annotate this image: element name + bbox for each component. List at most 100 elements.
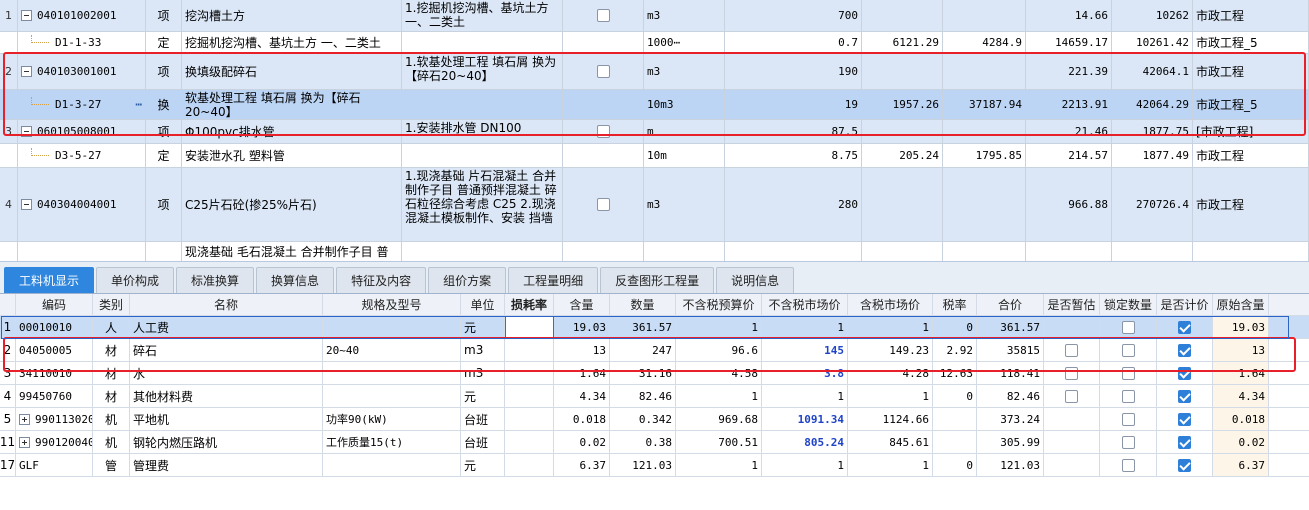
resource-checkbox-priced[interactable] [1178,412,1191,426]
resource-budget: 969.68 [718,412,758,426]
resource-row[interactable]: 5 990113020 机 平地机 功率90(kW) 台班 0.018 0.342 969.68… [0,408,1309,431]
boq-cell-c12: 1877.75 [1112,120,1193,143]
column-header-orig[interactable]: 原始含量 [1213,294,1269,315]
expand-toggle-icon[interactable] [19,413,30,425]
boq-row[interactable]: 1 040101002001 项 挖沟槽土方 1.挖掘机挖沟槽、基坑土方一、二类土 m3 7… [0,0,1309,32]
resource-market: 1 [837,320,844,334]
resource-checkbox-lock[interactable] [1121,412,1135,426]
boq-checkbox[interactable] [596,125,610,138]
column-header-total[interactable]: 合价 [977,294,1044,315]
resource-qty: 31.16 [638,366,672,380]
boq-code: 040101002001 [37,9,117,22]
collapse-toggle-icon[interactable] [21,66,32,77]
boq-row[interactable]: 现浇基础 毛石混凝土 合并制作子目 普 [0,242,1309,261]
resource-checkbox-lock[interactable] [1121,343,1135,357]
boq-checkbox[interactable] [596,65,610,78]
boq-checkbox[interactable] [596,198,610,211]
boq-row[interactable]: 3 060105008001 项 Φ100pvc排水管 1.安装排水管 DN100 m 87… [0,120,1309,144]
boq-cell-num [0,242,18,261]
more-options-icon[interactable]: ⋯ [135,98,142,111]
resource-checkbox-lock[interactable] [1121,389,1135,403]
column-header-spec[interactable]: 规格及型号 [323,294,461,315]
resource-name: 钢轮内燃压路机 [133,435,218,450]
boq-cell-c11: 214.57 [1026,144,1112,167]
resource-code: GLF [19,458,39,472]
resource-checkbox-est[interactable] [1065,389,1078,403]
tab-3[interactable]: 换算信息 [256,267,335,293]
resource-cell-tax [933,408,977,430]
tab-1[interactable]: 单价构成 [96,267,175,293]
resource-cell-code: GLF [16,454,93,476]
boq-row[interactable]: 4 040304004001 项 C25片石砼(掺25%片石) 1.现浇基础 片石混凝土… [0,168,1309,242]
column-header-num[interactable] [0,294,16,315]
resource-row[interactable]: 17 GLF 管 管理费 元 6.37 121.03 1 1 1 0 121.03 6.37 [0,454,1309,477]
column-header-lock[interactable]: 锁定数量 [1100,294,1157,315]
resource-row[interactable]: 3 34110010 材 水 m3 1.64 31.16 4.58 3.8 4.28 12.63 11… [0,362,1309,385]
resource-total: 121.03 [1000,458,1040,472]
resource-content: 19.03 [572,320,606,334]
resource-checkbox-lock[interactable] [1121,458,1135,472]
resource-checkbox-est[interactable] [1065,366,1078,380]
column-header-tax_market[interactable]: 含税市场价 [848,294,933,315]
resource-cat: 材 [104,366,117,381]
tab-5[interactable]: 组价方案 [428,267,507,293]
boq-unit: m3 [647,65,661,78]
tab-7[interactable]: 反查图形工程量 [600,267,715,293]
resource-checkbox-priced[interactable] [1178,366,1191,380]
column-header-budget[interactable]: 不含税预算价 [676,294,762,315]
boq-cell-feature: 1.软基处理工程 填石屑 换为【碎石20~40】 [402,54,563,89]
resource-name: 碎石 [133,343,158,358]
resource-checkbox-priced[interactable] [1178,320,1191,334]
resource-checkbox-est[interactable] [1065,343,1078,357]
resource-checkbox-priced[interactable] [1178,435,1191,449]
resource-cell-unit: 元 [461,454,505,476]
column-header-cat[interactable]: 类别 [93,294,130,315]
column-header-unit[interactable]: 单位 [461,294,505,315]
boq-cat: 项 [157,9,170,23]
tab-8[interactable]: 说明信息 [716,267,795,293]
resource-cell-cat: 材 [93,339,130,361]
resource-cell-orig: 1.64 [1213,362,1269,384]
resource-checkbox-lock[interactable] [1121,320,1135,334]
boq-checkbox[interactable] [596,9,610,22]
tree-connector-icon [31,96,49,105]
resource-row[interactable]: 1 00010010 人 人工费 元 19.03 361.57 1 1 1 0 361.57 19.03 [0,316,1309,339]
collapse-toggle-icon[interactable] [21,199,32,210]
boq-row[interactable]: D1-1-33 定 挖掘机挖沟槽、基坑土方 一、二类土 1000⋯ 0.7 6121.29… [0,32,1309,54]
resource-cell-tax: 0 [933,385,977,407]
boq-row[interactable]: D3-5-27 定 安装泄水孔 塑料管 10m 8.75 205.24 1795.85 214… [0,144,1309,168]
boq-row[interactable]: 2 040103001001 项 换填级配碎石 1.软基处理工程 填石屑 换为【碎石20… [0,54,1309,90]
tab-6[interactable]: 工程量明细 [508,267,599,293]
resource-cell-lock [1100,454,1157,476]
column-header-name[interactable]: 名称 [130,294,323,315]
expand-toggle-icon[interactable] [19,436,30,448]
column-header-loss[interactable]: 损耗率 [505,294,554,315]
resource-checkbox-lock[interactable] [1121,435,1135,449]
column-header-qty[interactable]: 数量 [610,294,676,315]
tab-2[interactable]: 标准换算 [176,267,255,293]
column-header-priced[interactable]: 是否计价 [1157,294,1213,315]
boq-code: 040304004001 [37,198,117,211]
column-header-market[interactable]: 不含税市场价 [762,294,848,315]
resource-checkbox-priced[interactable] [1178,343,1191,357]
resource-checkbox-lock[interactable] [1121,366,1135,380]
column-header-content[interactable]: 含量 [554,294,610,315]
resource-checkbox-priced[interactable] [1178,389,1191,403]
boq-unit: 10m [647,149,667,162]
column-header-est[interactable]: 是否暂估 [1044,294,1100,315]
boq-cell-unit: 10m3 [644,90,725,119]
tab-0[interactable]: 工料机显示 [4,267,95,293]
collapse-toggle-icon[interactable] [21,10,32,21]
resource-checkbox-priced[interactable] [1178,458,1191,472]
resource-row[interactable]: 2 04050005 材 碎石 20~40 m3 13 247 96.6 145 149.23 2.9… [0,339,1309,362]
column-header-code[interactable]: 编码 [16,294,93,315]
boq-row[interactable]: D1-3-27 ⋯ 换 软基处理工程 填石屑 换为【碎石20~40】 10m3 19 195… [0,90,1309,120]
tab-4[interactable]: 特征及内容 [336,267,427,293]
resource-num: 4 [3,389,12,403]
collapse-toggle-icon[interactable] [21,126,32,137]
resource-row[interactable]: 11 990120040 机 钢轮内燃压路机 工作质量15(t) 台班 0.02 0.38 70… [0,431,1309,454]
resource-row[interactable]: 4 99450760 材 其他材料费 元 4.34 82.46 1 1 1 0 82.46 4.34 [0,385,1309,408]
resource-cell-name: 钢轮内燃压路机 [130,431,323,453]
boq-cell-num: 2 [0,54,18,89]
column-header-tax[interactable]: 税率 [933,294,977,315]
